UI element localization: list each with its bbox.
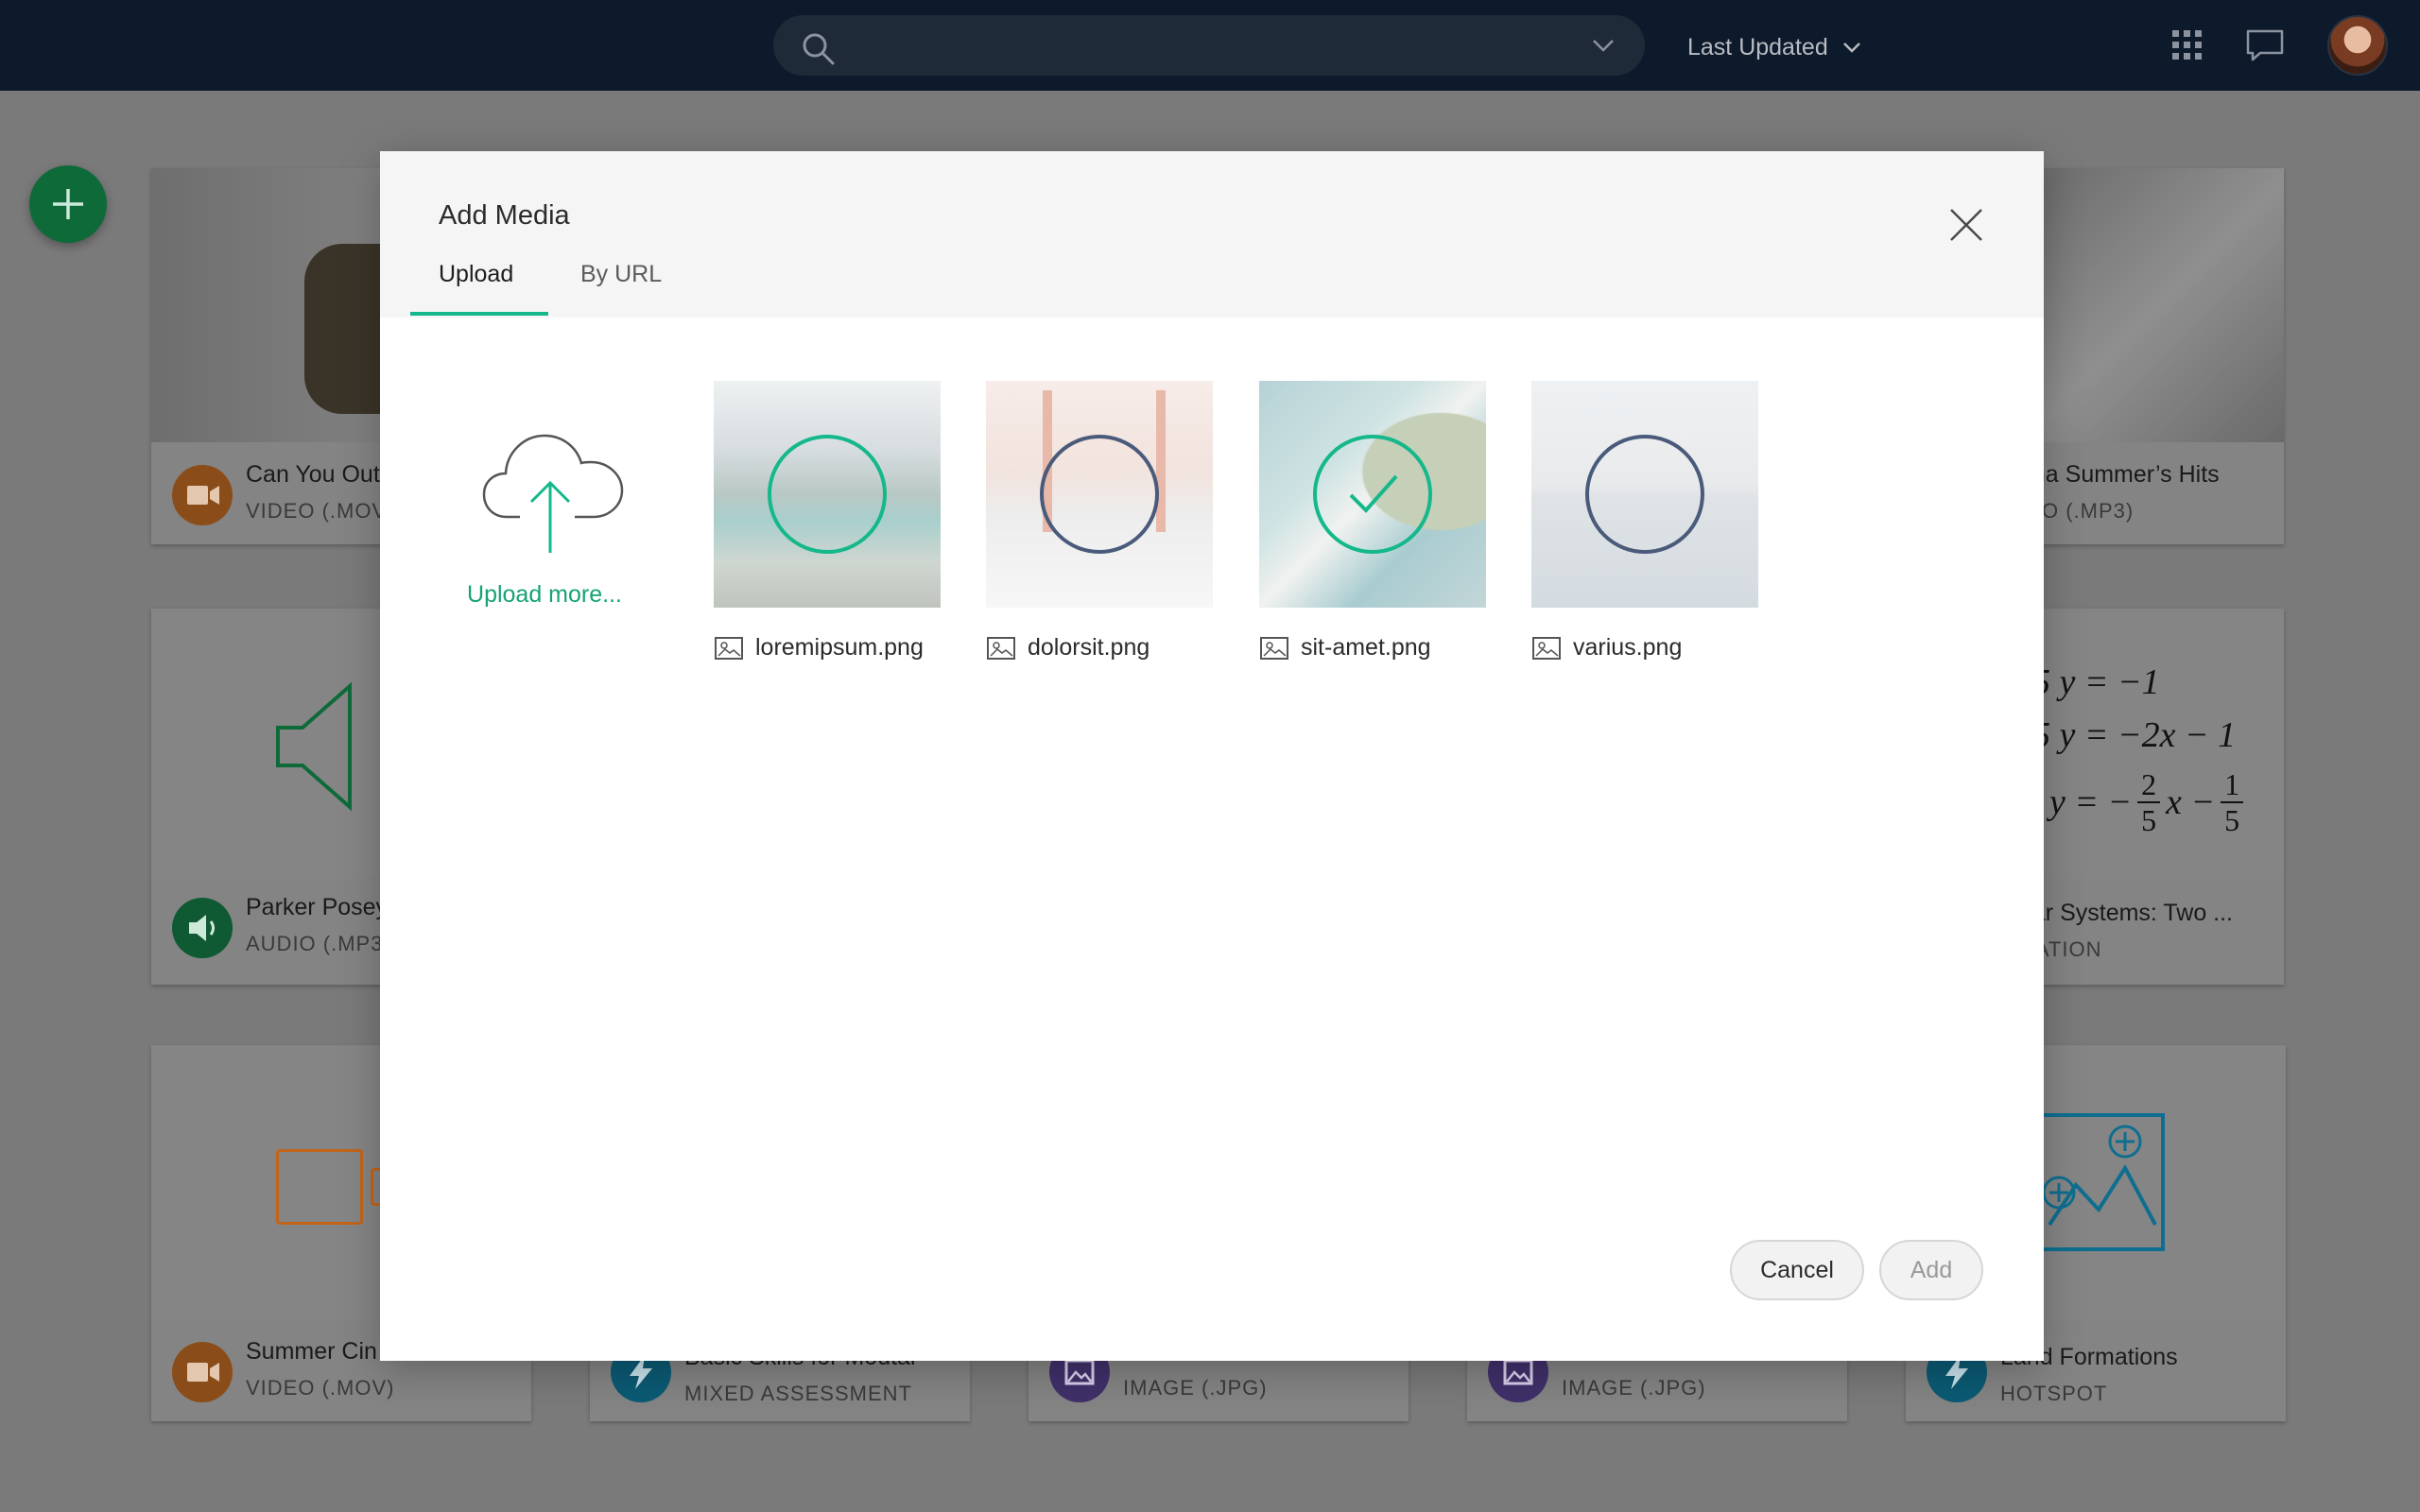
card-type: VIDEO (.MOV): [246, 499, 395, 523]
audio-icon: [172, 898, 233, 958]
sort-label: Last Updated: [1687, 33, 1828, 60]
upload-more-button[interactable]: Upload more...: [439, 430, 650, 638]
equation-part: x −: [2166, 782, 2216, 822]
file-name: sit-amet.png: [1259, 634, 1431, 662]
card-type: IMAGE (.JPG): [1123, 1376, 1268, 1400]
speaker-icon: [276, 681, 352, 812]
tab-upload[interactable]: Upload: [439, 261, 513, 288]
card-title: Parker Posey: [246, 894, 389, 920]
top-bar: Last Updated: [0, 0, 2420, 91]
file-name-label: varius.png: [1573, 634, 1683, 661]
search-icon: [803, 33, 835, 65]
file-name-label: sit-amet.png: [1301, 634, 1431, 661]
chevron-down-icon: [1842, 43, 1860, 53]
cancel-button[interactable]: Cancel: [1730, 1240, 1864, 1300]
card-title: Summer Cin: [246, 1338, 377, 1365]
hotspot-image-icon: [2040, 1113, 2165, 1251]
card-type: MIXED ASSESSMENT: [684, 1382, 912, 1405]
image-file-icon: [1260, 636, 1288, 660]
add-button[interactable]: Add: [1879, 1240, 1983, 1300]
fraction: 15: [2221, 767, 2244, 837]
file-name-label: dolorsit.png: [1028, 634, 1150, 661]
file-name: loremipsum.png: [714, 634, 924, 662]
search-input[interactable]: [849, 26, 1567, 64]
card-type: AUDIO (.MP3): [246, 932, 391, 955]
cloud-upload-icon: [482, 434, 624, 553]
add-media-dialog: Add Media Upload By URL Upload more... l…: [380, 151, 2044, 1361]
denominator: 5: [2141, 803, 2157, 837]
selected-check-icon[interactable]: [1311, 433, 1434, 556]
chevron-down-icon[interactable]: [1590, 36, 1616, 55]
image-file-icon: [987, 636, 1015, 660]
card-title: Can You Out: [246, 461, 380, 488]
card-type: HOTSPOT: [2000, 1382, 2108, 1405]
image-file-icon: [715, 636, 743, 660]
image-file-icon: [1532, 636, 1561, 660]
screen-shape: [276, 1149, 363, 1225]
select-circle-icon[interactable]: [1583, 433, 1706, 556]
file-name: varius.png: [1531, 634, 1682, 662]
equation-line: 5 y = −1: [2032, 662, 2160, 702]
fraction: 25: [2137, 767, 2161, 837]
active-tab-indicator: [410, 312, 548, 316]
equation-line: 5 y = −2x − 1: [2032, 715, 2237, 755]
select-circle-icon[interactable]: [1038, 433, 1161, 556]
user-avatar[interactable]: [2327, 15, 2388, 76]
tab-by-url[interactable]: By URL: [580, 261, 662, 288]
card-type: VIDEO (.MOV): [246, 1376, 395, 1400]
cheetah-image: [304, 244, 380, 414]
plus-icon: [53, 189, 83, 219]
video-icon: [172, 465, 233, 525]
denominator: 5: [2224, 803, 2240, 837]
card-type: IMAGE (.JPG): [1562, 1376, 1706, 1400]
chat-icon[interactable]: [2245, 28, 2285, 62]
card-title: nna Summer’s Hits: [2019, 461, 2220, 488]
file-name: dolorsit.png: [986, 634, 1150, 662]
dialog-header: Add Media Upload By URL: [380, 151, 2044, 318]
equation-text: 5 y = −1 5 y = −2x − 1 y = − 25 x − 15: [2032, 656, 2244, 837]
search-bar[interactable]: [773, 15, 1645, 76]
card-title: ear Systems: Two ...: [2019, 900, 2234, 926]
sort-dropdown[interactable]: Last Updated: [1687, 28, 1862, 66]
numerator: 2: [2137, 767, 2161, 803]
add-fab-button[interactable]: [29, 165, 107, 243]
close-icon[interactable]: [1947, 206, 1985, 244]
video-icon: [172, 1342, 233, 1402]
equation-line: y = − 25 x − 15: [2049, 767, 2244, 837]
select-circle-icon[interactable]: [766, 433, 889, 556]
dialog-title: Add Media: [439, 200, 570, 231]
upload-more-label: Upload more...: [467, 581, 622, 608]
apps-grid-icon[interactable]: [2170, 28, 2204, 62]
equation-part: y = −: [2049, 782, 2133, 822]
numerator: 1: [2221, 767, 2244, 803]
file-name-label: loremipsum.png: [755, 634, 924, 661]
